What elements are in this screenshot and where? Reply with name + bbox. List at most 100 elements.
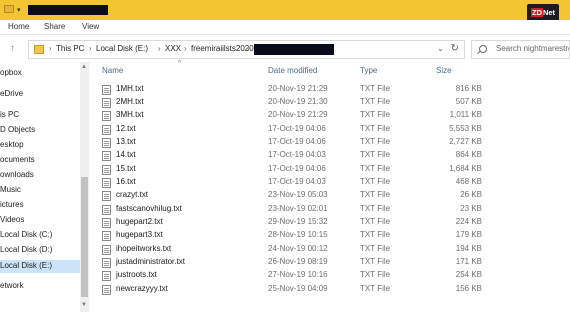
file-size: 194 KB [455, 243, 482, 253]
folder-icon [4, 5, 14, 13]
search-input[interactable]: Search nightmarestre [471, 40, 570, 59]
file-type: TXT File [360, 96, 391, 106]
file-size: 23 KB [460, 203, 482, 213]
text-file-icon [102, 271, 111, 282]
column-header-name[interactable]: Name [102, 66, 123, 75]
text-file-icon [102, 284, 111, 295]
column-header-date[interactable]: Date modified [268, 66, 317, 75]
file-size: 816 KB [455, 83, 482, 93]
file-name: 1MH.txt [116, 83, 144, 93]
file-name: 15.txt [116, 163, 136, 173]
table-row[interactable]: justadministrator.txt 26-Nov-19 08:19 TXT … [98, 256, 482, 269]
table-row[interactable]: ihopeitworks.txt 24-Nov-19 00:12 TXT File 1… [98, 243, 482, 256]
text-file-icon [102, 164, 111, 175]
refresh-icon[interactable]: ↻ [451, 43, 459, 54]
file-type: TXT File [360, 243, 391, 253]
table-row[interactable]: fastscanovhilug.txt 23-Nov-19 02:01 TXT Fi… [98, 203, 482, 216]
nav-item-desktop[interactable]: esktop [0, 140, 80, 153]
file-list: Name ^ Date modified Type Size 1MH.txt 20… [92, 60, 570, 322]
file-size: 468 KB [455, 176, 482, 186]
file-name: crazyt.txt [116, 190, 149, 200]
file-name: hugepart2.txt [116, 217, 163, 226]
file-name: 13.txt [116, 136, 136, 146]
breadcrumb-folder[interactable]: freemiraiilsts2020 [191, 44, 254, 53]
file-size: 1,684 KB [449, 163, 482, 173]
nav-item-local-disk-e[interactable]: Local Disk (E:) [0, 260, 80, 273]
file-date-modified: 17-Oct-19 04:06 [268, 163, 326, 173]
file-type: TXT File [360, 83, 391, 93]
text-file-icon [102, 204, 111, 215]
chevron-right-icon: › [49, 44, 52, 53]
table-row[interactable]: justroots.txt 27-Nov-19 10:16 TXT File 254 … [98, 269, 482, 282]
file-size: 2,727 KB [449, 136, 482, 146]
chevron-down-icon[interactable]: ⌄ [437, 44, 444, 53]
table-row[interactable]: 13.txt 17-Oct-19 04:06 TXT File 2,727 KB [98, 136, 482, 149]
scroll-down-icon[interactable]: ▼ [81, 302, 87, 308]
address-bar[interactable]: › This PC › Local Disk (E:) › XXX › free… [28, 40, 465, 59]
quick-access-dropdown-icon[interactable]: ▾ [17, 6, 21, 14]
table-row[interactable]: 15.txt 17-Oct-19 04:06 TXT File 1,684 KB [98, 163, 482, 176]
nav-item-local-disk-d[interactable]: Local Disk (D:) [0, 245, 80, 258]
file-type: TXT File [360, 163, 391, 173]
file-size: 864 KB [455, 150, 482, 160]
table-row[interactable]: hugepart3.txt 28-Nov-19 10:15 TXT File 179 … [98, 229, 482, 242]
nav-item-local-disk-c[interactable]: Local Disk (C:) [0, 230, 80, 243]
file-type: TXT File [360, 123, 391, 133]
chevron-right-icon[interactable]: › [89, 44, 92, 53]
table-row[interactable]: 3MH.txt 20-Nov-19 21:29 TXT File 1,011 KB [98, 109, 482, 122]
table-row[interactable]: 2MH.txt 20-Nov-19 21:30 TXT File 507 KB [98, 96, 482, 109]
nav-item-pictures[interactable]: ictures [0, 200, 80, 213]
chevron-right-icon[interactable]: › [247, 44, 250, 53]
file-type: TXT File [360, 203, 391, 213]
file-type: TXT File [360, 176, 391, 186]
file-name: 12.txt [116, 123, 136, 133]
file-size: 171 KB [455, 257, 482, 267]
redacted-title [28, 5, 108, 15]
table-row[interactable]: 16.txt 17-Oct-19 04:03 TXT File 468 KB [98, 176, 482, 189]
nav-item-videos[interactable]: Videos [0, 215, 80, 228]
table-row[interactable]: 12.txt 17-Oct-19 04:06 TXT File 5,553 KB [98, 123, 482, 136]
tab-share[interactable]: Share [44, 22, 65, 31]
title-bar: ▾ [0, 0, 570, 20]
nav-item-documents[interactable]: ocuments [0, 155, 80, 168]
breadcrumb-xxx[interactable]: XXX [165, 44, 181, 53]
file-name: hugepart3.txt [116, 230, 163, 240]
file-type: TXT File [360, 190, 391, 200]
nav-item-dropbox[interactable]: opbox [0, 68, 80, 81]
nav-scrollbar-thumb[interactable] [81, 177, 88, 297]
column-header-type[interactable]: Type [360, 66, 377, 75]
sort-ascending-icon: ^ [178, 60, 182, 67]
nav-item-onedrive[interactable]: eDrive [0, 89, 80, 102]
column-header-size[interactable]: Size [436, 66, 452, 75]
file-name: justroots.txt [116, 270, 157, 280]
breadcrumb-this-pc[interactable]: This PC [56, 44, 84, 53]
chevron-right-icon[interactable]: › [158, 44, 161, 53]
file-date-modified: 28-Nov-19 10:15 [268, 230, 328, 240]
text-file-icon [102, 124, 111, 135]
text-file-icon [102, 177, 111, 188]
table-row[interactable]: 14.txt 17-Oct-19 04:03 TXT File 864 KB [98, 149, 482, 162]
file-date-modified: 24-Nov-19 00:12 [268, 243, 328, 253]
address-row: ↑ › This PC › Local Disk (E:) › XXX › fr… [0, 36, 570, 62]
file-type: TXT File [360, 217, 391, 226]
text-file-icon [102, 137, 111, 148]
table-row[interactable]: 1MH.txt 20-Nov-19 21:29 TXT File 816 KB [98, 83, 482, 96]
table-row[interactable]: hugepart2.txt 29-Nov-19 15:32 TXT File 224 … [98, 216, 482, 229]
nav-item-network[interactable]: etwork [0, 281, 80, 294]
up-arrow-icon[interactable]: ↑ [10, 43, 15, 54]
nav-item-downloads[interactable]: ownloads [0, 170, 80, 183]
tab-view[interactable]: View [82, 22, 99, 31]
breadcrumb-local-disk-e[interactable]: Local Disk (E:) [96, 44, 148, 53]
nav-item-this-pc[interactable]: is PC [0, 110, 80, 123]
nav-item-music[interactable]: Music [0, 185, 80, 198]
file-date-modified: 20-Nov-19 21:30 [268, 96, 328, 106]
file-date-modified: 17-Oct-19 04:03 [268, 150, 326, 160]
scroll-up-icon[interactable]: ▲ [81, 64, 87, 70]
nav-item-3d-objects[interactable]: D Objects [0, 125, 80, 138]
table-row[interactable]: crazyt.txt 23-Nov-19 05:03 TXT File 26 KB [98, 189, 482, 202]
tab-home[interactable]: Home [8, 22, 29, 31]
navigation-pane: opbox eDrive is PC D Objects esktop ocum… [0, 62, 90, 322]
file-name: 3MH.txt [116, 110, 144, 120]
table-row[interactable]: newcrazyyy.txt 25-Nov-19 04:09 TXT File 156… [98, 283, 482, 296]
chevron-right-icon[interactable]: › [184, 44, 187, 53]
